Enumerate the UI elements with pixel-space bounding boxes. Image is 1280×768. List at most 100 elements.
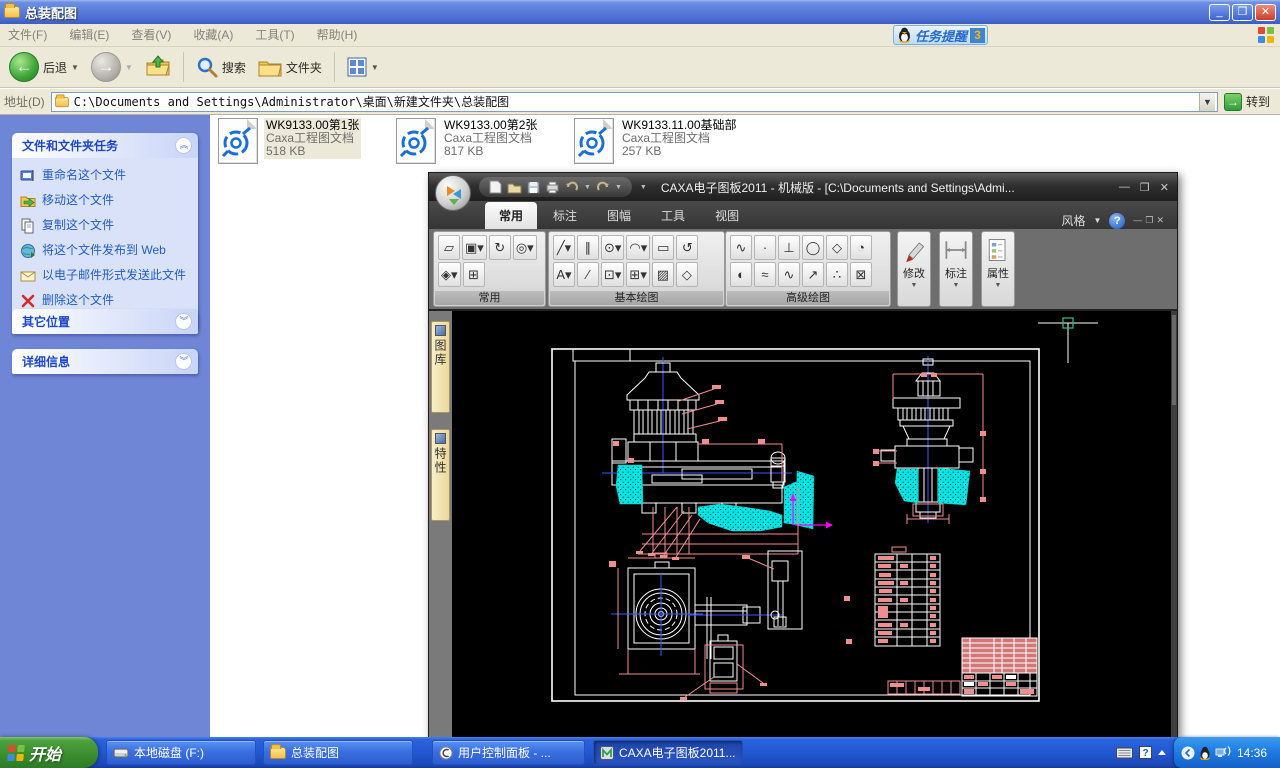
- ribbon-tab[interactable]: 图幅: [593, 202, 645, 229]
- ribbon-tab[interactable]: 工具: [647, 202, 699, 229]
- search-button[interactable]: 搜索: [193, 54, 249, 80]
- forward-button[interactable]: → ▼: [88, 50, 136, 84]
- ribbon-tool-icon[interactable]: ⊞▾: [626, 262, 649, 287]
- ribbon-tool-icon[interactable]: ◠▾: [626, 235, 650, 260]
- ribbon-tool-icon[interactable]: ↗: [802, 262, 824, 287]
- keyboard-tray-icon[interactable]: [1116, 747, 1133, 759]
- ribbon-tool-icon[interactable]: ╱▾: [553, 235, 575, 260]
- ribbon-tool-icon[interactable]: ⊥: [778, 235, 800, 260]
- ribbon-tool-icon[interactable]: ▣▾: [462, 235, 487, 260]
- save-icon[interactable]: [527, 181, 540, 194]
- redo-icon[interactable]: [596, 181, 610, 193]
- go-button[interactable]: → 转到: [1224, 93, 1276, 111]
- ribbon-tool-icon[interactable]: ⊞: [463, 262, 485, 287]
- properties-button[interactable]: 属性▼: [981, 231, 1015, 307]
- network-tray-icon[interactable]: [1215, 746, 1231, 759]
- minimize-button[interactable]: _: [1209, 4, 1230, 21]
- ribbon-tool-icon[interactable]: ∿: [730, 235, 752, 260]
- ribbon-tool-icon[interactable]: A▾: [553, 262, 575, 287]
- style-dropdown-icon[interactable]: ▼: [1093, 216, 1101, 225]
- undo-dropdown-icon[interactable]: ▼: [584, 184, 591, 191]
- chevron-up-icon[interactable]: ︽: [175, 137, 192, 154]
- details-header[interactable]: 详细信息 ︾: [12, 349, 198, 374]
- other-places-header[interactable]: 其它位置 ︾: [12, 309, 198, 334]
- back-button[interactable]: ← 后退 ▼: [6, 50, 82, 84]
- ribbon-tool-icon[interactable]: ·: [754, 235, 776, 260]
- properties-side-tab[interactable]: 特性: [431, 429, 450, 521]
- caxa-app-logo-icon[interactable]: [435, 175, 471, 211]
- ribbon-tool-icon[interactable]: ▨: [652, 262, 674, 287]
- ribbon-tool-icon[interactable]: ⁄: [577, 262, 599, 287]
- ribbon-group-label[interactable]: 常用: [435, 291, 544, 305]
- ribbon-tool-icon[interactable]: ◔: [850, 235, 872, 260]
- ribbon-tool-icon[interactable]: ◐: [730, 262, 752, 287]
- menu-item[interactable]: 工具(T): [255, 28, 294, 42]
- caxa-drawing-canvas[interactable]: 图库 特性 .w2{stroke:#fff;stroke-width:1.6;: [429, 311, 1177, 738]
- taskbar-button-assembly-folder[interactable]: 总装配图: [263, 740, 413, 765]
- print-icon[interactable]: [545, 181, 560, 194]
- caxa-restore-button[interactable]: ❐: [1140, 181, 1150, 194]
- ribbon-tool-icon[interactable]: ⊠: [850, 262, 872, 287]
- task-rename-file[interactable]: 重命名这个文件: [20, 168, 192, 184]
- ribbon-tab[interactable]: 视图: [701, 202, 753, 229]
- task-copy-file[interactable]: 复制这个文件: [20, 218, 192, 234]
- menu-item[interactable]: 文件(F): [8, 28, 47, 42]
- ribbon-tool-icon[interactable]: ≈: [754, 262, 776, 287]
- file-item[interactable]: WK9133.00第1张 Caxa工程图文档 518 KB: [218, 118, 390, 164]
- ribbon-tool-icon[interactable]: ◯: [802, 235, 824, 260]
- close-button[interactable]: ✕: [1255, 4, 1276, 21]
- menu-item[interactable]: 帮助(H): [317, 28, 358, 42]
- new-document-icon[interactable]: [489, 180, 502, 194]
- folders-button[interactable]: 文件夹: [255, 55, 325, 79]
- task-publish-file[interactable]: 将这个文件发布到 Web: [20, 243, 192, 259]
- ribbon-tool-icon[interactable]: ▱: [438, 235, 460, 260]
- menu-item[interactable]: 收藏(A): [193, 28, 233, 42]
- ribbon-tool-icon[interactable]: ◇: [826, 235, 848, 260]
- task-move-file[interactable]: 移动这个文件: [20, 193, 192, 209]
- clock[interactable]: 14:36: [1237, 746, 1267, 760]
- ribbon-tool-icon[interactable]: ⊡▾: [601, 262, 624, 287]
- ribbon-tool-icon[interactable]: ∴: [826, 262, 848, 287]
- ribbon-tool-icon[interactable]: ↺: [676, 235, 698, 260]
- ribbon-tool-icon[interactable]: ⊙▾: [601, 235, 624, 260]
- ribbon-tool-icon[interactable]: ◎▾: [513, 235, 537, 260]
- file-item[interactable]: WK9133.00第2张 Caxa工程图文档 817 KB: [396, 118, 568, 164]
- ribbon-tool-icon[interactable]: ▭: [652, 235, 674, 260]
- file-item[interactable]: WK9133.11.00基础部 Caxa工程图文档 257 KB: [574, 118, 746, 164]
- modify-button[interactable]: 修改▼: [897, 231, 931, 307]
- taskbar-button-user-control-panel[interactable]: 用户控制面板 - ...: [432, 740, 585, 765]
- style-menu[interactable]: 风格: [1061, 212, 1085, 229]
- chevron-down-icon[interactable]: ︾: [175, 353, 192, 370]
- task-email-file[interactable]: 以电子邮件形式发送此文件: [20, 268, 192, 284]
- address-input[interactable]: C:\Documents and Settings\Administrator\…: [51, 92, 1218, 112]
- back-dropdown-icon[interactable]: ▼: [71, 63, 79, 72]
- caxa-doc-window-buttons[interactable]: —❐✕: [1133, 215, 1167, 226]
- start-button[interactable]: 开始: [0, 737, 98, 768]
- ribbon-tab[interactable]: 常用: [485, 202, 537, 229]
- qq-tray-icon[interactable]: [1199, 746, 1211, 760]
- ribbon-tab[interactable]: 标注: [539, 202, 591, 229]
- ribbon-tool-icon[interactable]: ↻: [489, 235, 511, 260]
- ribbon-tool-icon[interactable]: ∥: [577, 235, 599, 260]
- caxa-minimize-button[interactable]: —: [1119, 181, 1130, 194]
- file-tasks-header[interactable]: 文件和文件夹任务 ︽: [12, 133, 198, 158]
- qq-task-reminder-badge[interactable]: 任务提醒 3: [893, 25, 988, 45]
- menu-item[interactable]: 编辑(E): [69, 28, 109, 42]
- undo-icon[interactable]: [565, 181, 579, 193]
- help-icon[interactable]: ?: [1109, 213, 1125, 229]
- views-button[interactable]: ▼: [344, 55, 382, 79]
- show-hidden-icons-chevron[interactable]: [1158, 750, 1166, 755]
- ribbon-group-label[interactable]: 基本绘图: [550, 291, 723, 305]
- chevron-down-icon[interactable]: ︾: [175, 313, 192, 330]
- address-dropdown-icon[interactable]: ▼: [1199, 93, 1215, 111]
- caxa-close-button[interactable]: ✕: [1160, 181, 1169, 194]
- canvas-scrollbar[interactable]: [1171, 311, 1177, 738]
- redo-dropdown-icon[interactable]: ▼: [615, 184, 622, 191]
- taskbar-button-local-disk[interactable]: 本地磁盘 (F:): [106, 740, 256, 765]
- help-tray-icon[interactable]: ?: [1139, 746, 1152, 759]
- ribbon-tool-icon[interactable]: ◇: [676, 262, 698, 287]
- ribbon-tool-icon[interactable]: ∿: [778, 262, 800, 287]
- up-button[interactable]: [142, 53, 174, 81]
- views-dropdown-icon[interactable]: ▼: [371, 63, 379, 72]
- menu-item[interactable]: 查看(V): [131, 28, 171, 42]
